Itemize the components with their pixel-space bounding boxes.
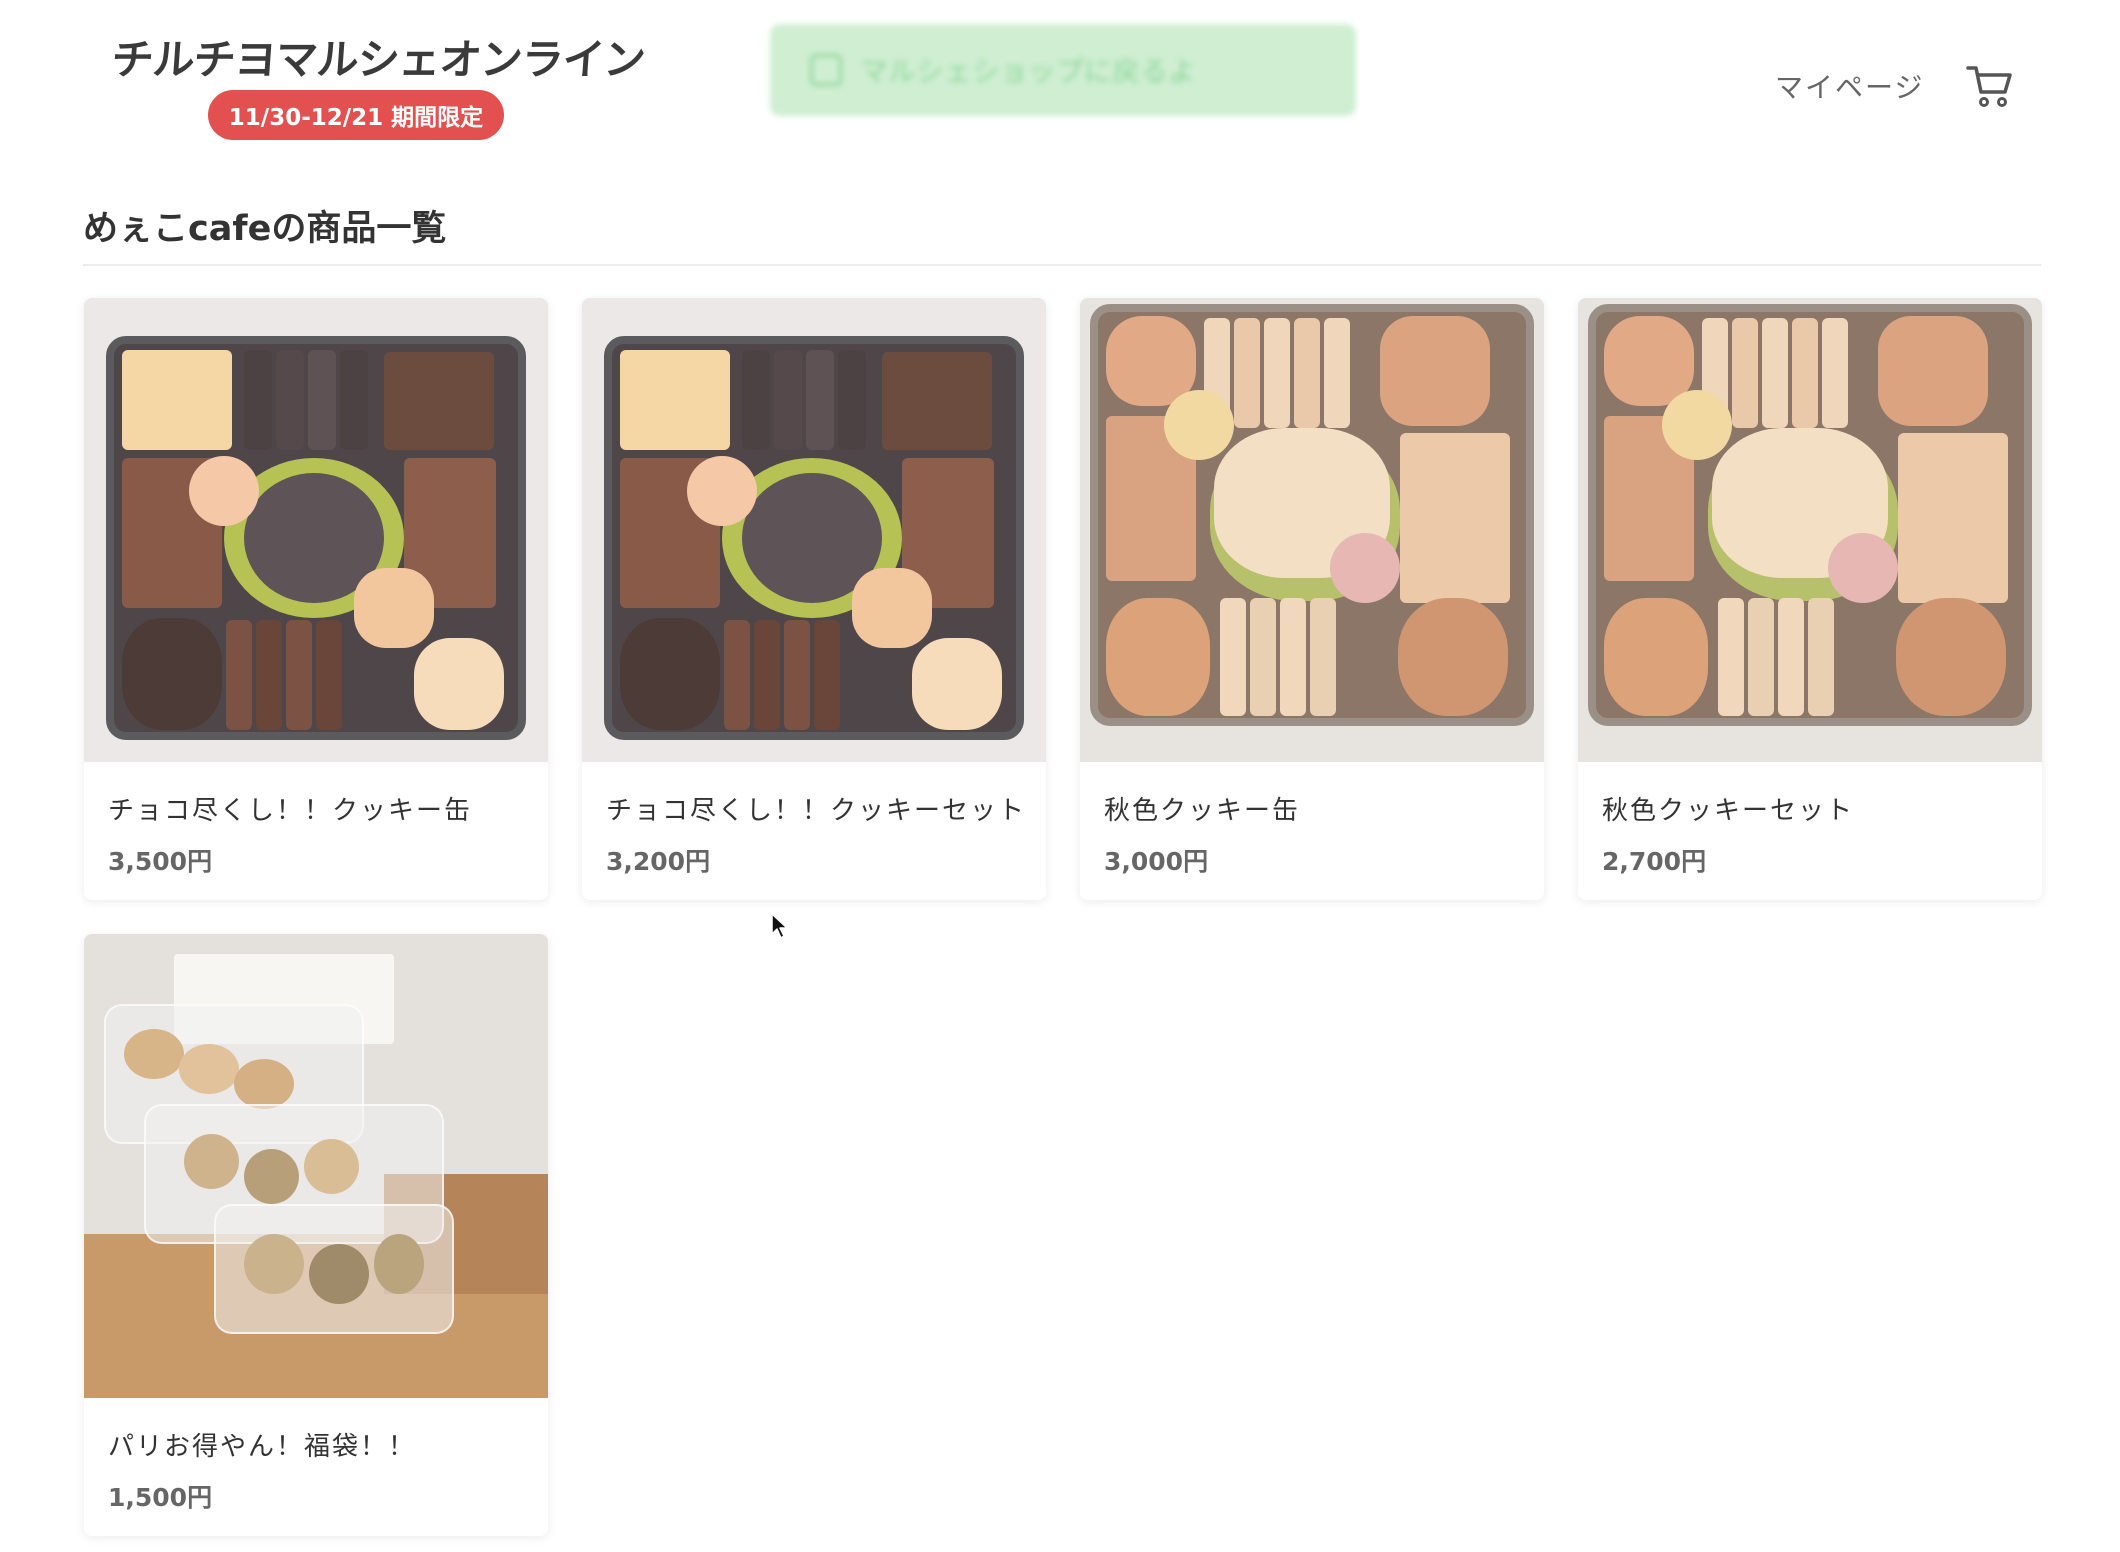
product-name: パリお得やん！福袋！！ [108,1432,417,1462]
product-price: 3,000円 [1104,847,1209,876]
product-image [84,934,548,1398]
product-image [1080,298,1544,762]
product-price: 3,500円 [108,847,213,876]
period-badge: 11/30-12/21 期間限定 [208,90,504,140]
mypage-link[interactable]: マイページ [1775,66,1924,106]
product-card[interactable]: 秋色クッキーセット 2,700円 [1578,298,2042,900]
banner-label: マルシェショップに戻るよ [860,55,1197,88]
shop-banner[interactable]: マルシェショップに戻るよ [770,24,1356,116]
product-price: 2,700円 [1602,847,1707,876]
product-image [582,298,1046,762]
product-name: チョコ尽くし！！クッキーセット [606,796,1027,826]
divider [83,264,2041,266]
product-price: 3,200円 [606,847,711,876]
site-logo[interactable]: チルチヨマルシェオンライン [110,26,647,87]
product-image [84,298,548,762]
product-card[interactable]: パリお得やん！福袋！！ 1,500円 [84,934,548,1536]
product-name: 秋色クッキーセット [1602,796,1855,826]
product-name: チョコ尽くし！！クッキー缶 [108,796,473,826]
store-icon [810,54,842,86]
product-name: 秋色クッキー缶 [1104,796,1301,826]
cart-icon[interactable] [1965,62,2015,110]
mouse-cursor-icon [771,913,788,939]
product-image [1578,298,2042,762]
product-card[interactable]: チョコ尽くし！！クッキー缶 3,500円 [84,298,548,900]
page: チルチヨマルシェオンライン 11/30-12/21 期間限定 マルシェショップに… [0,0,2120,1552]
product-card[interactable]: チョコ尽くし！！クッキーセット 3,200円 [582,298,1046,900]
product-price: 1,500円 [108,1483,213,1512]
product-card[interactable]: 秋色クッキー缶 3,000円 [1080,298,1544,900]
page-title: めぇこcafeの商品一覧 [83,209,447,249]
